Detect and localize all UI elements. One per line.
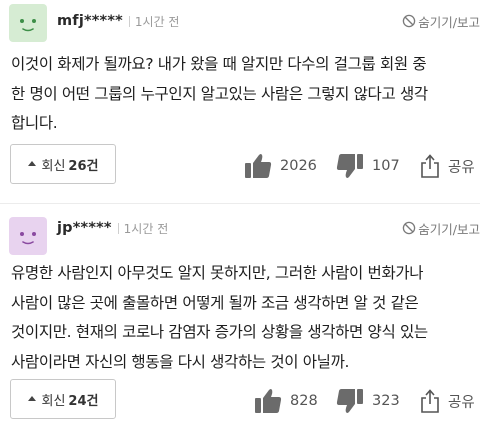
caret-up-icon bbox=[27, 161, 36, 166]
block-icon bbox=[403, 14, 416, 28]
share-icon bbox=[421, 389, 439, 413]
thumbs-down-icon bbox=[336, 389, 363, 413]
divider bbox=[128, 15, 130, 27]
dislike-button[interactable]: 323 bbox=[336, 386, 400, 416]
share-button[interactable]: 공유 bbox=[420, 386, 475, 416]
username[interactable]: jp***** bbox=[57, 220, 112, 236]
comment-item: jp***** 1시간 전 숨기기/보고 유명한 사람인지 아무것도 알지 못하… bbox=[0, 203, 480, 424]
comment-body: 유명한 사람인지 아무것도 알지 못하지만, 그러한 사람이 번화가나 사람이 … bbox=[11, 259, 479, 377]
reply-button[interactable]: 회신 26건 bbox=[10, 144, 116, 184]
like-count: 2026 bbox=[280, 158, 317, 174]
reply-count: 26건 bbox=[68, 158, 99, 174]
comment-meta: jp***** 1시간 전 bbox=[57, 218, 168, 238]
comment-line: 유명한 사람인지 아무것도 알지 못하지만, 그러한 사람이 번화가나 bbox=[11, 264, 424, 282]
reply-count: 24건 bbox=[68, 393, 99, 409]
reply-label: 회신 bbox=[41, 158, 66, 174]
comment-line: 사람이라면 자신의 행동을 다시 생각하는 것이 아닐까. bbox=[11, 352, 350, 371]
dislike-count: 107 bbox=[372, 158, 400, 174]
username[interactable]: mfj***** bbox=[57, 13, 123, 29]
like-count: 828 bbox=[290, 393, 318, 409]
like-button[interactable]: 2026 bbox=[244, 151, 317, 181]
timestamp: 1시간 전 bbox=[123, 221, 169, 236]
share-button[interactable]: 공유 bbox=[420, 151, 475, 181]
comment-line: 합니다. bbox=[11, 114, 58, 132]
comment-line: 한 명이 어떤 그룹의 누구인지 알고있는 사람은 그렇지 않다고 생각 bbox=[11, 84, 428, 103]
hide-report-label: 숨기기/보고 bbox=[418, 14, 480, 30]
hide-report-button[interactable]: 숨기기/보고 bbox=[402, 11, 480, 31]
dislike-count: 323 bbox=[372, 393, 400, 409]
avatar[interactable] bbox=[9, 4, 47, 42]
smiley-face-icon bbox=[20, 232, 36, 245]
like-button[interactable]: 828 bbox=[254, 386, 318, 416]
hide-report-label: 숨기기/보고 bbox=[418, 221, 480, 237]
thumbs-up-icon bbox=[245, 154, 272, 178]
reply-button[interactable]: 회신 24건 bbox=[10, 379, 116, 419]
comment-meta: mfj***** 1시간 전 bbox=[57, 11, 179, 31]
caret-up-icon bbox=[27, 396, 36, 401]
comment-item: mfj***** 1시간 전 숨기기/보고 이것이 화제가 될까요? 내가 왔을… bbox=[0, 0, 480, 203]
comment-line: 이것이 화제가 될까요? 내가 왔을 때 알지만 다수의 걸그룹 회원 중 bbox=[11, 55, 427, 73]
divider bbox=[117, 222, 119, 234]
comment-line: 것이지만. 현재의 코로나 감염자 증가의 상황을 생각하면 양식 있는 bbox=[11, 323, 428, 341]
timestamp: 1시간 전 bbox=[134, 14, 180, 29]
comment-line: 사람이 많은 곳에 출몰하면 어떻게 될까 조금 생각하면 알 것 같은 bbox=[11, 293, 419, 312]
dislike-button[interactable]: 107 bbox=[336, 151, 400, 181]
share-icon bbox=[421, 154, 439, 178]
block-icon bbox=[403, 221, 416, 235]
share-label: 공유 bbox=[448, 159, 475, 176]
comment-body: 이것이 화제가 될까요? 내가 왔을 때 알지만 다수의 걸그룹 회원 중 한 … bbox=[11, 50, 479, 139]
thumbs-up-icon bbox=[255, 389, 282, 413]
avatar[interactable] bbox=[9, 217, 47, 255]
smiley-face-icon bbox=[20, 19, 36, 32]
hide-report-button[interactable]: 숨기기/보고 bbox=[402, 218, 480, 238]
reply-label: 회신 bbox=[41, 393, 66, 409]
thumbs-down-icon bbox=[336, 154, 363, 178]
share-label: 공유 bbox=[448, 394, 475, 411]
